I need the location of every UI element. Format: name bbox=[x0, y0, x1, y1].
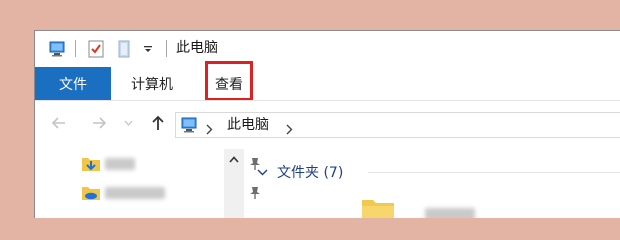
tab-file[interactable]: 文件 bbox=[35, 67, 111, 100]
group-divider bbox=[368, 172, 620, 173]
up-arrow-icon[interactable] bbox=[147, 111, 169, 135]
address-bar[interactable]: 此电脑 bbox=[175, 112, 620, 138]
blurred-label bbox=[105, 187, 165, 199]
folders-group-header[interactable]: 文件夹 (7) bbox=[257, 161, 343, 183]
new-folder-icon[interactable] bbox=[113, 38, 135, 60]
pinned-item[interactable] bbox=[81, 153, 260, 175]
navigation-scrollbar[interactable] bbox=[224, 149, 244, 218]
tab-computer[interactable]: 计算机 bbox=[119, 67, 185, 100]
group-label: 文件夹 (7) bbox=[277, 165, 344, 181]
separator bbox=[166, 40, 167, 57]
tab-view-highlight-box bbox=[205, 61, 253, 101]
address-location[interactable]: 此电脑 bbox=[227, 117, 269, 134]
download-folder-icon bbox=[82, 158, 100, 171]
pin-icon[interactable] bbox=[249, 186, 261, 200]
chevron-right-icon[interactable] bbox=[286, 120, 293, 139]
window-title: 此电脑 bbox=[176, 40, 218, 56]
file-explorer-window: 此电脑 文件 计算机 查看 此电脑 文件夹 (7) bbox=[34, 30, 620, 218]
computer-icon bbox=[181, 117, 199, 137]
computer-icon[interactable] bbox=[47, 38, 69, 60]
properties-icon[interactable] bbox=[85, 38, 107, 60]
navigation-pane bbox=[35, 147, 260, 218]
ribbon-tabs: 文件 计算机 查看 bbox=[35, 67, 620, 100]
recent-dropdown-icon[interactable] bbox=[121, 111, 135, 135]
onedrive-folder-icon bbox=[82, 187, 100, 200]
title-bar: 此电脑 bbox=[35, 31, 620, 67]
forward-arrow-icon[interactable] bbox=[87, 111, 111, 135]
pinned-item[interactable] bbox=[81, 182, 260, 204]
ribbon-divider bbox=[35, 100, 620, 101]
separator bbox=[75, 40, 76, 57]
folder-icon[interactable] bbox=[361, 196, 395, 218]
chevron-right-icon[interactable] bbox=[206, 120, 213, 139]
blurred-label bbox=[105, 158, 135, 170]
back-arrow-icon[interactable] bbox=[47, 111, 71, 135]
scroll-up-icon[interactable] bbox=[224, 149, 244, 169]
chevron-down-icon[interactable] bbox=[257, 169, 268, 176]
customize-dropdown-icon[interactable] bbox=[139, 38, 157, 60]
blurred-folder-label bbox=[425, 208, 475, 218]
